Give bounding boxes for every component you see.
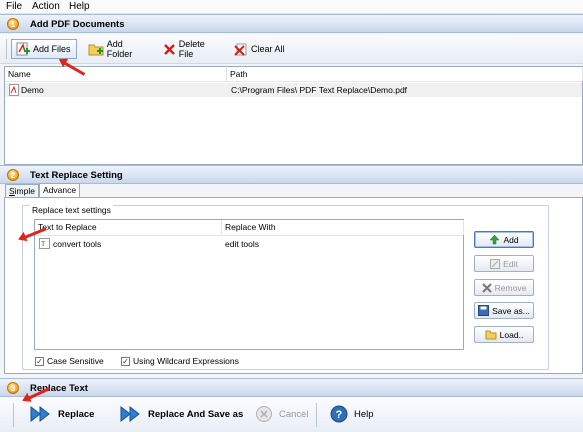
toolbar-separator (6, 39, 7, 59)
fast-forward-icon (120, 405, 140, 423)
step-badge-2: 2 (7, 169, 19, 181)
text-item-icon: T (39, 238, 50, 249)
cancel-icon (256, 406, 272, 422)
table-row[interactable]: Demo C:\Program Files\ PDF Text Replace\… (5, 83, 582, 97)
load-label: Load.. (499, 329, 524, 340)
replace-with-value: edit tools (225, 239, 260, 249)
help-label: Help (354, 408, 374, 420)
replace-and-save-label: Replace And Save as (148, 408, 244, 420)
replace-list[interactable]: Text to Replace Replace With T convert t… (34, 219, 464, 350)
add-rule-button[interactable]: Add (474, 231, 534, 248)
fast-forward-icon (30, 405, 50, 423)
add-folder-icon (88, 44, 104, 56)
remove-icon (481, 282, 492, 293)
toolbar-separator (316, 403, 317, 427)
wildcard-checkbox[interactable]: ✓ Using Wildcard Expressions (121, 356, 239, 366)
replace-row[interactable]: T convert tools edit tools (35, 237, 463, 251)
replace-label: Replace (58, 408, 95, 420)
help-icon: ? (330, 405, 348, 423)
step-badge-1: 1 (7, 18, 19, 30)
remove-label: Remove (494, 282, 527, 293)
menu-file[interactable]: File (6, 1, 22, 12)
text-to-replace-value: convert tools (53, 239, 102, 249)
save-icon (478, 305, 490, 316)
replace-and-save-button[interactable]: Replace And Save as (120, 405, 243, 423)
section-title: Text Replace Setting (30, 170, 123, 181)
edit-rule-button[interactable]: Edit (474, 255, 534, 272)
tab-advance[interactable]: Advance (39, 183, 81, 198)
add-folder-button[interactable]: Add Folder (84, 39, 154, 59)
add-label: Add (503, 234, 519, 245)
column-header-path[interactable]: Path (227, 67, 583, 81)
add-files-button[interactable]: Add Files (11, 39, 77, 59)
edit-icon (490, 258, 501, 269)
header-divider (5, 81, 582, 82)
add-folder-label: Add Folder (106, 39, 133, 59)
checkbox-box[interactable]: ✓ (121, 356, 130, 366)
header-divider (35, 235, 463, 236)
add-arrow-icon (489, 234, 500, 245)
column-header-text-to-replace[interactable]: Text to Replace (35, 220, 222, 235)
edit-label: Edit (503, 258, 518, 269)
clear-all-button[interactable]: Clear All (230, 39, 290, 59)
column-header-replace-with[interactable]: Replace With (222, 220, 464, 235)
add-file-icon (16, 42, 30, 56)
toolbar-separator (13, 403, 14, 427)
column-header-name[interactable]: Name (5, 67, 227, 81)
open-folder-icon (485, 330, 497, 340)
help-button[interactable]: ? Help (330, 405, 374, 423)
menu-action[interactable]: Action (32, 1, 60, 12)
checkbox-box[interactable]: ✓ (35, 356, 44, 366)
file-list[interactable]: Name Path Demo C:\Program Files\ PDF Tex… (4, 66, 583, 165)
section-header-replace-setting: 2 Text Replace Setting (0, 165, 583, 184)
menu-help[interactable]: Help (69, 1, 90, 12)
section-header-replace-text: 3 Replace Text (0, 378, 583, 397)
group-legend: Replace text settings (30, 205, 113, 215)
tab-simple-label: imple (14, 186, 35, 196)
cancel-button[interactable]: Cancel (255, 405, 309, 423)
delete-file-label: Delete File (178, 39, 205, 59)
replace-button[interactable]: Replace (30, 405, 94, 423)
svg-text:?: ? (336, 409, 343, 421)
step-badge-3: 3 (7, 382, 19, 394)
remove-rule-button[interactable]: Remove (474, 279, 534, 296)
tab-simple[interactable]: Simple (5, 184, 39, 198)
file-path: C:\Program Files\ PDF Text Replace\Demo.… (231, 85, 408, 95)
clear-all-label: Clear All (251, 44, 285, 54)
file-name: Demo (21, 85, 44, 95)
save-as-button[interactable]: Save as... (474, 302, 534, 319)
add-files-label: Add Files (33, 44, 71, 54)
menu-bar: File Action Help (0, 0, 583, 14)
clear-all-icon (234, 43, 247, 56)
action-toolbar: Replace Replace And Save as Cancel ? Hel… (0, 397, 583, 432)
svg-text:T: T (41, 240, 46, 248)
case-sensitive-checkbox[interactable]: ✓ Case Sensitive (35, 356, 104, 366)
file-toolbar: Add Files Add Folder Delete File Clear A… (0, 34, 583, 64)
delete-file-button[interactable]: Delete File (159, 39, 225, 59)
load-button[interactable]: Load.. (474, 326, 534, 343)
pdf-file-icon (9, 84, 19, 96)
save-as-label: Save as... (492, 305, 530, 316)
section-header-add-documents: 1 Add PDF Documents (0, 14, 583, 33)
section-title: Add PDF Documents (30, 19, 125, 30)
case-sensitive-label: Case Sensitive (47, 356, 104, 366)
delete-icon (164, 43, 175, 55)
wildcard-label: Using Wildcard Expressions (133, 356, 239, 366)
cancel-label: Cancel (279, 408, 309, 420)
